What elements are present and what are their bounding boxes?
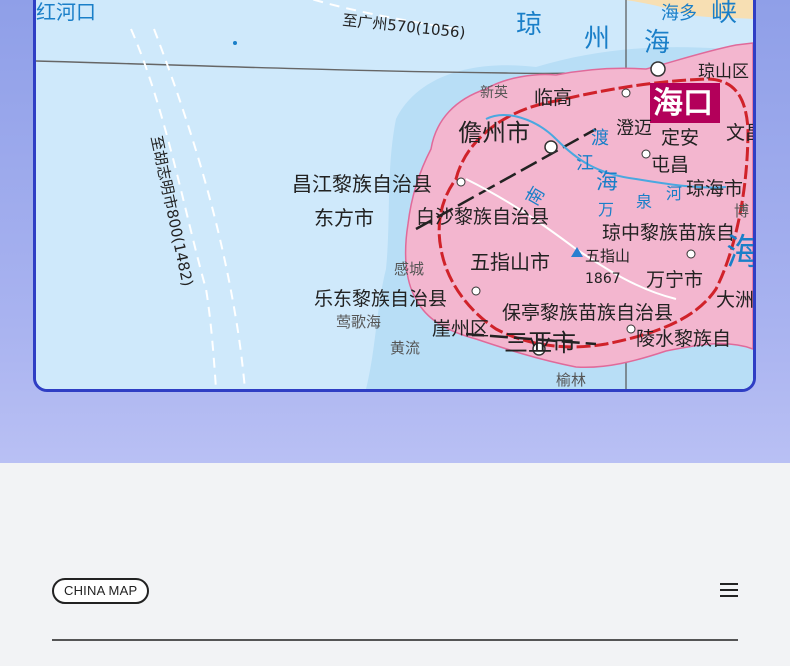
map-label-baoting: 保亭黎族苗族自治县 — [502, 302, 673, 324]
map-label-ganchen: 感城 — [394, 260, 424, 278]
map-label-strait-2: 州 — [584, 24, 610, 54]
city-dot-haikou — [650, 61, 666, 77]
map-label-danzhou: 儋州市 — [458, 119, 530, 147]
map-label-river-5: 泉 — [636, 192, 652, 211]
map-label-yulin: 榆林 — [556, 371, 586, 389]
town-dot — [626, 324, 636, 334]
map-label-wuzhishan-peak: 五指山 — [585, 247, 630, 265]
map-label-wanning: 万宁市 — [646, 269, 703, 291]
map-image: 红河口 至广州570(1056) 琼 州 海 峡 海多 至胡志明市800(148… — [33, 0, 756, 392]
map-label-sanya: 三亚市 — [504, 329, 576, 357]
map-label-bo: 博 — [734, 202, 749, 220]
map-label-dingan: 定安 — [661, 127, 699, 149]
map-label-river-6: 河 — [666, 184, 682, 203]
map-label-yazhou: 崖州区 — [432, 318, 489, 340]
map-label-strait-4: 峡 — [711, 0, 737, 28]
map-label-baisha: 白沙黎族自治县 — [416, 206, 549, 228]
town-dot — [456, 177, 466, 187]
map-label-qionghai: 琼海市 — [686, 178, 743, 200]
hamburger-icon[interactable] — [720, 583, 738, 599]
town-dot — [621, 88, 631, 98]
map-label-honghekou: 红河口 — [36, 0, 96, 24]
map-label-strait-3: 海 — [644, 28, 670, 58]
map-label-river-4: 万 — [598, 200, 614, 219]
divider — [52, 639, 738, 641]
china-map-badge: CHINA MAP — [52, 578, 150, 604]
map-label-strait-1: 琼 — [516, 10, 542, 40]
map-label-wenchang: 文昌 — [726, 122, 753, 144]
map-label-sea-east: 海 — [726, 232, 753, 273]
map-label-chengmai: 澄迈 — [616, 118, 652, 139]
map-label-lingshui: 陵水黎族自 — [636, 328, 731, 350]
map-label-dongfang: 东方市 — [314, 206, 374, 230]
map-label-wuzhishan-city: 五指山市 — [470, 250, 550, 274]
map-label-dazhou: 大洲 — [716, 289, 753, 311]
map-label-ledong: 乐东黎族自治县 — [314, 288, 447, 310]
island-dot — [233, 41, 237, 45]
map-label-qiongshan: 琼山区 — [698, 62, 749, 82]
map-label-lingao: 临高 — [534, 87, 572, 109]
map-label-river-2: 渡 — [591, 128, 609, 149]
town-dot — [471, 286, 481, 296]
map-label-yinggehai: 莺歌海 — [336, 313, 381, 331]
map-label-qiongzhong: 琼中黎族苗族自 — [602, 222, 735, 244]
map-label-huangliu: 黄流 — [390, 339, 420, 357]
town-dot — [641, 149, 651, 159]
map-label-river-3: 江 — [576, 153, 594, 174]
map-label-haikou: 海口 — [653, 86, 713, 121]
map-label-peak-height: 1867 — [585, 271, 621, 287]
content-panel — [1, 463, 789, 666]
map-label-changjiang: 昌江黎族自治县 — [292, 172, 432, 196]
map-label-sea-haikou: 海 — [596, 170, 618, 195]
map-label-xinying: 新英 — [480, 84, 508, 101]
town-dot — [686, 249, 696, 259]
city-dot-danzhou — [544, 140, 558, 154]
map-label-strait-5: 海多 — [661, 3, 697, 24]
map-label-tunchang: 屯昌 — [651, 154, 689, 176]
